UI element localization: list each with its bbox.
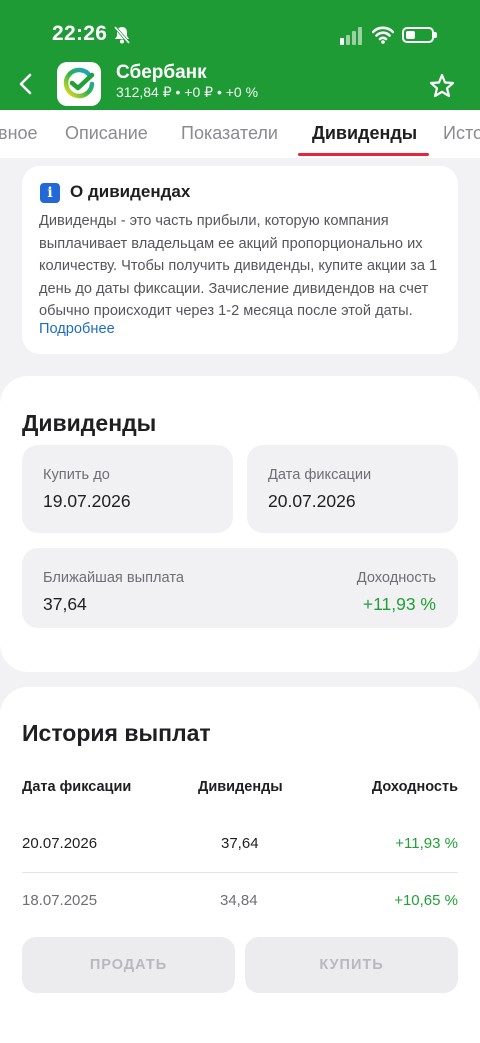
info-icon: i <box>40 183 60 203</box>
column-header-yield: Доходность <box>371 779 458 795</box>
yield-label: Доходность <box>356 570 436 586</box>
tab-overview[interactable]: вное <box>0 123 38 144</box>
row-yield: +10,65 % <box>394 892 458 909</box>
row-date: 20.07.2026 <box>22 835 98 852</box>
back-arrow-icon[interactable] <box>14 70 38 98</box>
sell-button[interactable]: ПРОДАТЬ <box>22 937 235 993</box>
tab-history[interactable]: Исто <box>443 123 480 144</box>
favorite-star-icon[interactable] <box>428 72 456 100</box>
more-link[interactable]: Подробнее <box>39 321 115 337</box>
buy-by-card: Купить до 19.07.2026 <box>22 445 233 533</box>
status-time: 22:26 <box>52 22 108 45</box>
sber-logo <box>57 62 101 106</box>
buy-by-value: 19.07.2026 <box>43 491 131 511</box>
history-title: История выплат <box>22 720 211 746</box>
row-amount: 37,64 <box>221 835 259 852</box>
cellular-signal-icon <box>340 27 362 45</box>
record-date-value: 20.07.2026 <box>268 491 356 511</box>
tab-description[interactable]: Описание <box>65 123 148 144</box>
wifi-icon <box>372 26 394 44</box>
record-date-card: Дата фиксации 20.07.2026 <box>247 445 458 533</box>
sber-logo-icon <box>63 67 95 99</box>
price-summary: 312,84 ₽ • +0 ₽ • +0 % <box>116 84 259 100</box>
dividends-info-card: i О дивидендах Дивиденды - это часть при… <box>22 166 458 354</box>
buy-by-label: Купить до <box>43 467 110 483</box>
tab-dividends[interactable]: Дивиденды <box>312 123 417 144</box>
column-header-date: Дата фиксации <box>22 779 132 795</box>
app-header: 22:26 Сбербанк 312,84 ₽ • +0 ₽ • +0 % <box>0 0 480 110</box>
status-bar: 22:26 <box>0 0 480 60</box>
row-yield: +11,93 % <box>395 835 458 852</box>
row-amount: 34,84 <box>220 892 258 909</box>
next-payout-card: Ближайшая выплата 37,64 Доходность +11,9… <box>22 548 458 628</box>
info-text: Дивиденды - это часть прибыли, которую к… <box>39 213 438 319</box>
next-payout-label: Ближайшая выплата <box>43 570 184 586</box>
tab-bar: вное Описание Показатели Дивиденды Исто <box>0 110 480 158</box>
page-title: Сбербанк <box>116 62 207 83</box>
buy-button[interactable]: КУПИТЬ <box>245 937 458 993</box>
column-header-dividends: Дивиденды <box>198 779 283 795</box>
record-date-label: Дата фиксации <box>268 467 372 483</box>
battery-icon <box>402 27 437 43</box>
row-date: 18.07.2025 <box>22 892 98 909</box>
info-title: О дивидендах <box>70 182 191 201</box>
bell-muted-icon <box>113 26 131 44</box>
yield-value: +11,93 % <box>362 594 436 614</box>
row-divider <box>22 872 458 873</box>
dividends-section: Дивиденды Купить до 19.07.2026 Дата фикс… <box>0 376 480 672</box>
tab-indicators[interactable]: Показатели <box>181 123 278 144</box>
active-tab-indicator <box>298 153 429 156</box>
next-payout-value: 37,64 <box>43 594 87 614</box>
dividends-title: Дивиденды <box>22 410 157 436</box>
